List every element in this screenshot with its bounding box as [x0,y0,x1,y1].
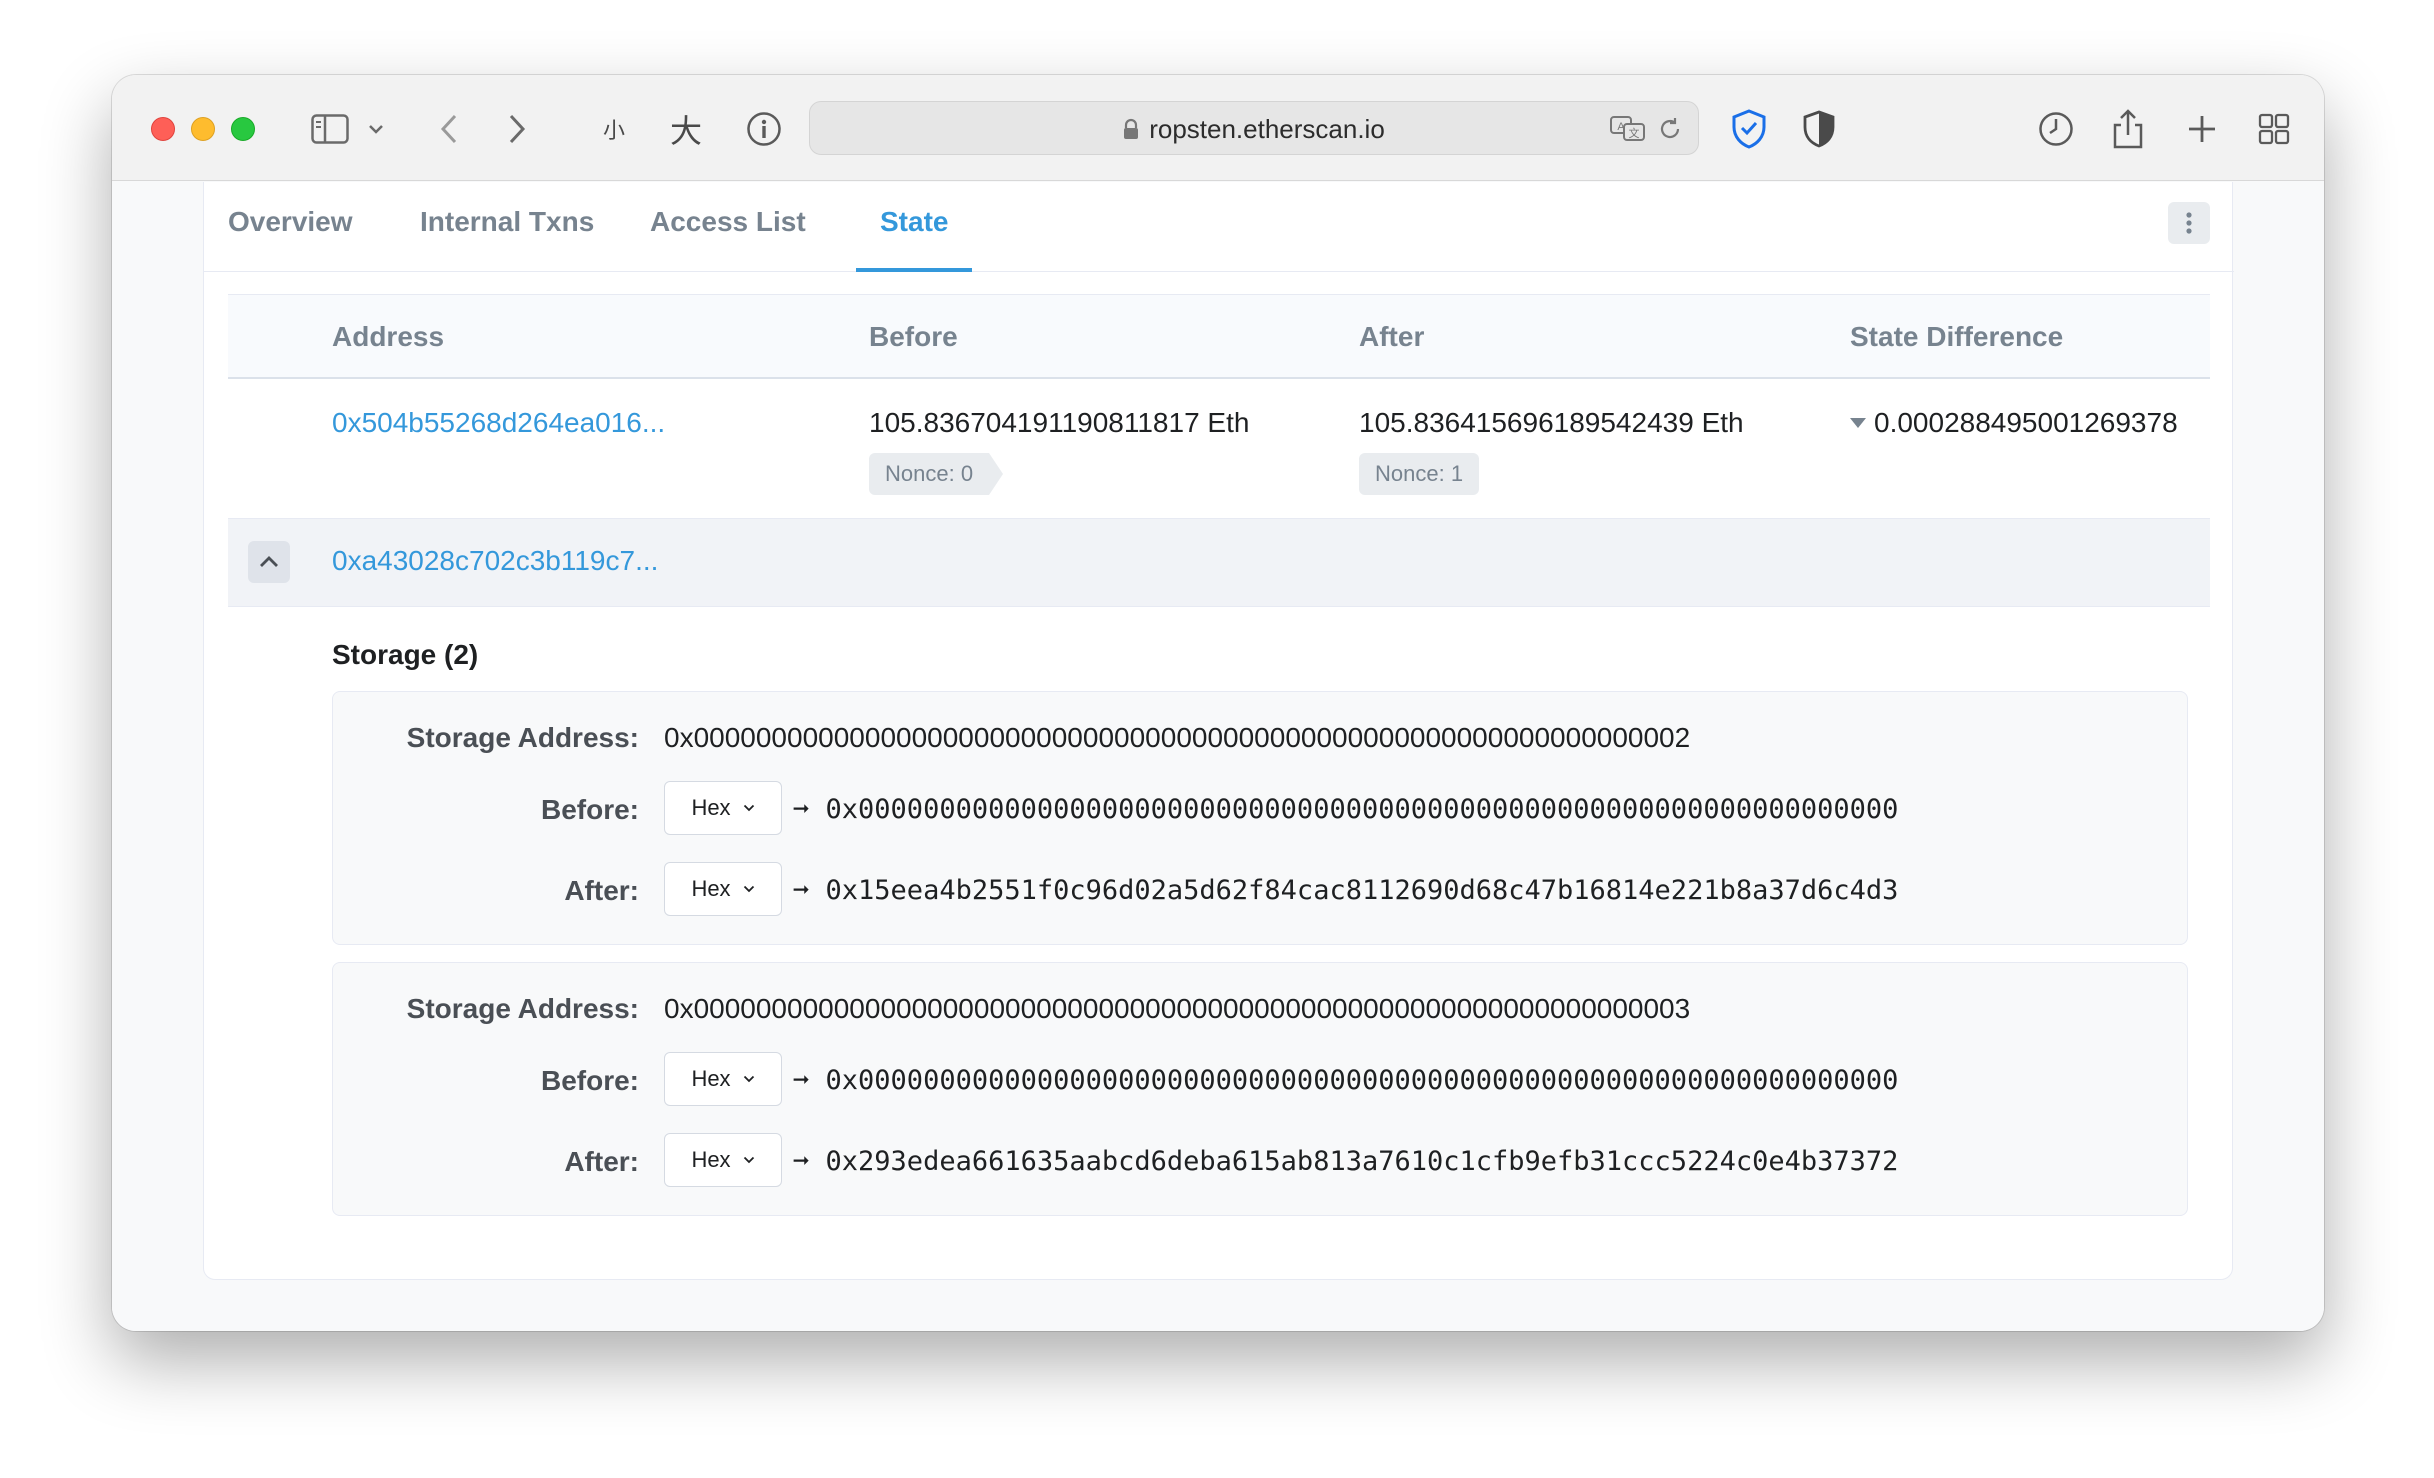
storage-title: Storage (2) [332,639,479,670]
storage-address-value: 0x00000000000000000000000000000000000000… [664,722,1691,753]
format-select-value: Hex [691,1147,731,1172]
chevron-down-icon [743,1075,754,1083]
text-smaller-button[interactable]: 小 [596,103,632,155]
storage-address-value: 0x00000000000000000000000000000000000000… [664,993,1691,1024]
back-icon[interactable] [432,103,466,155]
after-hex-value: 0x15eea4b2551f0c96d02a5d62f84cac8112690d… [825,875,1899,906]
arrow-right-icon: ➞ [793,1065,810,1096]
arrow-right-icon: ➞ [793,1146,810,1177]
close-window-button[interactable] [151,117,175,141]
vertical-dots-icon [2186,212,2192,234]
table-row: 0x504b55268d264ea016... 105.836704191190… [228,379,2210,519]
chevron-down-icon [743,804,754,812]
shield-check-icon[interactable] [1729,103,1769,155]
tab-overview-icon[interactable] [2254,103,2294,155]
collapse-row-button[interactable] [248,541,290,583]
caret-down-icon [1850,418,1866,428]
after-label: After: [564,1146,639,1177]
tab-internal-txns[interactable]: Internal Txns [420,182,594,272]
svg-text:文: 文 [1629,126,1640,140]
before-value: ➞ 0x000000000000000000000000000000000000… [793,794,1898,825]
column-header-address: Address [332,321,445,352]
state-difference-value: 0.000288495001269378 [1874,407,2178,438]
storage-address-label: Storage Address: [406,993,639,1024]
address-bar[interactable]: ropsten.etherscan.io A文 [809,101,1699,155]
storage-entry: Storage Address: 0x000000000000000000000… [332,691,2188,945]
column-header-after: After [1359,321,1425,352]
after-label: After: [564,875,639,906]
browser-window: 小 大 ropsten.etherscan.io A文 Overview Int… [112,75,2324,1331]
tab-state[interactable]: State [855,182,974,272]
format-select-value: Hex [691,1066,731,1091]
before-value: ➞ 0x000000000000000000000000000000000000… [793,1065,1898,1096]
browser-toolbar: 小 大 ropsten.etherscan.io A文 [112,75,2324,181]
after-nonce-badge: Nonce: 1 [1359,453,1480,495]
state-table-header: Address Before After State Difference [228,294,2210,379]
arrow-right-icon: ➞ [793,875,810,906]
tab-bar: Overview Internal Txns Access List State [204,182,2234,272]
after-format-select[interactable]: Hex [664,862,782,916]
storage-address-label: Storage Address: [406,722,639,753]
before-nonce-badge: Nonce: 0 [869,453,1004,495]
new-tab-icon[interactable] [2182,103,2222,155]
chevron-down-icon[interactable] [364,103,388,155]
arrow-right-icon: ➞ [793,794,810,825]
page-content: Overview Internal Txns Access List State… [112,182,2324,1331]
text-larger-button[interactable]: 大 [666,103,706,155]
before-hex-value: 0x00000000000000000000000000000000000000… [825,794,1899,825]
minimize-window-button[interactable] [191,117,215,141]
tab-access-list[interactable]: Access List [650,182,806,272]
after-format-select[interactable]: Hex [664,1133,782,1187]
column-header-before: Before [869,321,958,352]
before-format-select[interactable]: Hex [664,781,782,835]
state-difference: 0.000288495001269378 [1850,407,2178,439]
after-balance: 105.836415696189542439 Eth [1359,407,1744,438]
column-header-state-difference: State Difference [1850,321,2064,352]
info-icon[interactable] [744,103,784,155]
before-label: Before: [540,1065,639,1096]
transaction-card: Overview Internal Txns Access List State… [203,182,2234,1280]
url-text: ropsten.etherscan.io [1149,113,1385,144]
after-hex-value: 0x293edea661635aabcd6deba615ab813a7610c1… [825,1146,1899,1177]
before-label: Before: [540,794,639,825]
reload-icon[interactable] [1658,117,1682,146]
before-balance: 105.836704191190811817 Eth [869,407,1250,438]
forward-icon[interactable] [500,103,534,155]
table-row-expanded: 0xa43028c702c3b119c7... [228,519,2210,607]
share-icon[interactable] [2108,103,2148,155]
chevron-up-icon [260,556,278,567]
chevron-down-icon [743,1156,754,1164]
before-hex-value: 0x00000000000000000000000000000000000000… [825,1065,1899,1096]
after-value: ➞ 0x15eea4b2551f0c96d02a5d62f84cac811269… [793,875,1898,906]
address-link[interactable]: 0x504b55268d264ea016... [332,407,665,439]
after-value: ➞ 0x293edea661635aabcd6deba615ab813a7610… [793,1146,1898,1177]
privacy-shield-icon[interactable] [1799,103,1839,155]
storage-entry: Storage Address: 0x000000000000000000000… [332,962,2188,1216]
translate-icon[interactable]: A文 [1610,116,1646,147]
lock-icon [1123,118,1139,140]
sidebar-toggle-icon[interactable] [308,103,352,155]
tab-overview[interactable]: Overview [228,182,353,272]
more-options-button[interactable] [2168,202,2210,244]
format-select-value: Hex [691,876,731,901]
chevron-down-icon [743,885,754,893]
address-link[interactable]: 0xa43028c702c3b119c7... [332,545,658,577]
zoom-window-button[interactable] [231,117,255,141]
history-clock-icon[interactable] [2036,103,2076,155]
format-select-value: Hex [691,795,731,820]
before-format-select[interactable]: Hex [664,1052,782,1106]
